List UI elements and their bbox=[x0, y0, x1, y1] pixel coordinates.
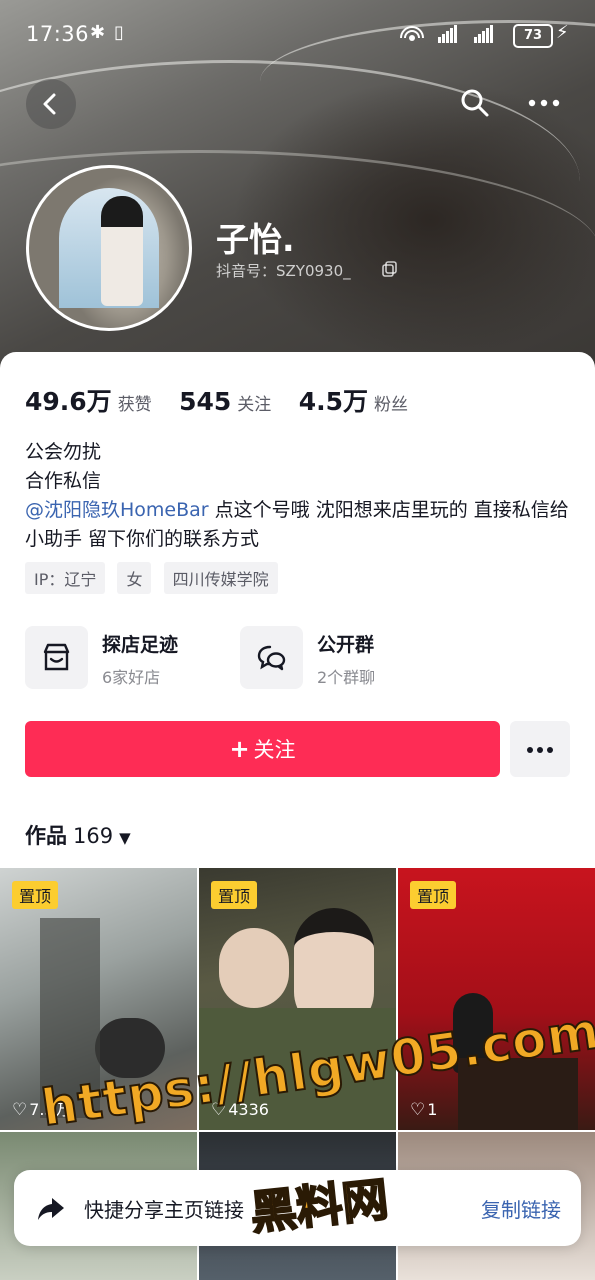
caret-down-icon: ▼ bbox=[119, 829, 131, 847]
bio-line-1: 公会勿扰 bbox=[25, 441, 102, 463]
stat-likes[interactable]: 49.6万 获赞 bbox=[25, 382, 152, 418]
share-arrow-icon bbox=[38, 1198, 64, 1220]
share-text: 快捷分享主页链接 bbox=[84, 1198, 244, 1222]
more-options-button[interactable] bbox=[510, 721, 570, 777]
feature-subtitle: 2个群聊 bbox=[317, 668, 376, 687]
stat-followers[interactable]: 4.5万 粉丝 bbox=[299, 382, 408, 418]
douyin-id: 抖音号：SZY0930_ bbox=[216, 262, 351, 280]
bio-line-2: 合作私信 bbox=[25, 470, 102, 492]
status-time: 17:36 bbox=[26, 22, 90, 46]
bio-line-3: @沈阳隐玖HomeBar 点这个号哦 沈阳想来店里玩的 直接私信给小助手 留下你… bbox=[25, 499, 569, 550]
pinned-badge: 置顶 bbox=[211, 881, 258, 909]
back-button[interactable] bbox=[26, 79, 76, 129]
stat-following[interactable]: 545 关注 bbox=[179, 387, 271, 416]
profile-stats: 49.6万 获赞 545 关注 4.5万 粉丝 bbox=[25, 382, 430, 418]
avatar[interactable] bbox=[26, 165, 192, 331]
search-icon[interactable] bbox=[460, 88, 490, 118]
profile-bio: 公会勿扰 合作私信 @沈阳隐玖HomeBar 点这个号哦 沈阳想来店里玩的 直接… bbox=[25, 438, 570, 554]
shop-icon bbox=[25, 626, 88, 689]
battery-icon: 73 bbox=[513, 24, 553, 48]
plus-icon: + bbox=[229, 735, 250, 763]
signal-icon-2 bbox=[474, 24, 494, 43]
pinned-badge: 置顶 bbox=[12, 881, 59, 909]
mention-link[interactable]: @沈阳隐玖HomeBar bbox=[25, 499, 209, 521]
feature-title: 公开群 bbox=[317, 634, 375, 656]
profile-tags: IP：辽宁 女 四川传媒学院 bbox=[25, 562, 285, 594]
feature-title: 探店足迹 bbox=[102, 634, 179, 656]
charging-icon: ⚡ bbox=[556, 22, 569, 43]
signal-icon-1 bbox=[438, 24, 458, 43]
bluetooth-icon: ✱ bbox=[90, 22, 106, 43]
chevron-left-icon bbox=[43, 93, 56, 115]
pinned-badge: 置顶 bbox=[410, 881, 457, 909]
works-tab[interactable]: 作品 169 ▼ bbox=[25, 820, 131, 850]
heart-icon: ♡ bbox=[12, 1100, 28, 1120]
vibrate-icon: ▯ bbox=[114, 22, 124, 43]
tag-school[interactable]: 四川传媒学院 bbox=[163, 562, 278, 594]
tag-gender: 女 bbox=[117, 562, 152, 594]
more-icon[interactable] bbox=[528, 98, 560, 108]
video-thumb-3[interactable]: 置顶 ♡ 1 bbox=[398, 868, 595, 1130]
follow-button[interactable]: + 关注 bbox=[25, 721, 500, 777]
feature-subtitle: 6家好店 bbox=[102, 668, 161, 687]
hotspot-icon bbox=[400, 26, 424, 41]
copy-link-button[interactable]: 复制链接 bbox=[481, 1194, 561, 1223]
tag-ip: IP：辽宁 bbox=[25, 562, 106, 594]
copy-icon[interactable] bbox=[382, 261, 398, 277]
profile-name: 子怡. bbox=[216, 220, 295, 259]
like-count: ♡ 1 bbox=[410, 1100, 438, 1120]
status-bar: 17:36 ✱ ▯ 73 ⚡ bbox=[0, 0, 595, 70]
heart-icon: ♡ bbox=[410, 1100, 426, 1120]
chat-group-icon bbox=[240, 626, 303, 689]
